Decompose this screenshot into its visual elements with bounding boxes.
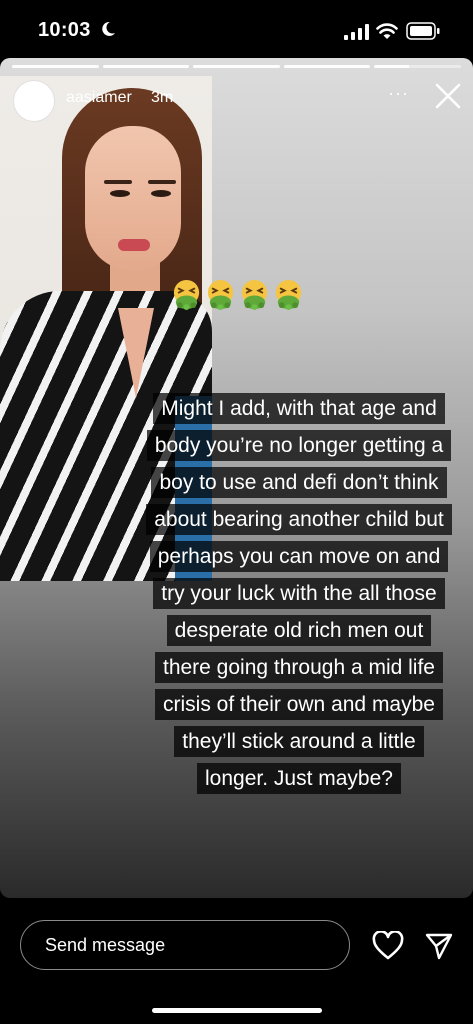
signal-icon — [344, 24, 369, 40]
status-bar: 10:03 — [0, 0, 473, 60]
caption-line-text: boy to use and defi don’t think — [151, 467, 447, 498]
moon-icon — [102, 21, 115, 36]
status-time: 10:03 — [38, 19, 91, 41]
story-progress-segment — [374, 65, 461, 68]
vomiting-face-icon — [241, 279, 268, 311]
more-options-icon[interactable]: ··· — [388, 84, 414, 104]
caption-line-text: try your luck with the all those — [153, 578, 445, 609]
caption-line: body you’re no longer getting a — [138, 427, 460, 464]
caption-line-text: longer. Just maybe? — [197, 763, 401, 794]
story-time-ago: 3m — [151, 89, 174, 106]
close-icon[interactable] — [434, 82, 462, 110]
caption-line-text: perhaps you can move on and — [149, 541, 449, 572]
story-caption: Might I add, with that age and body you’r… — [138, 390, 460, 797]
battery-icon — [406, 22, 440, 40]
caption-line: crisis of their own and maybe — [138, 686, 460, 723]
emoji-sticker — [170, 278, 310, 314]
send-icon[interactable] — [424, 931, 454, 961]
avatar[interactable] — [13, 80, 55, 122]
caption-line: there going through a mid life — [138, 649, 460, 686]
home-indicator — [152, 1008, 322, 1013]
caption-line: Might I add, with that age and — [138, 390, 460, 427]
caption-line: try your luck with the all those — [138, 575, 460, 612]
story-viewer[interactable]: aasiamer 3m ··· Might I add, with that a… — [0, 58, 473, 898]
story-progress-segment — [12, 65, 99, 68]
caption-line-text: desperate old rich men out — [166, 615, 432, 646]
caption-line-text: Might I add, with that age and — [153, 393, 445, 424]
caption-line-text: they’ll stick around a little — [174, 726, 424, 757]
caption-line: boy to use and defi don’t think — [138, 464, 460, 501]
story-progress-bar — [0, 65, 473, 68]
story-header: aasiamer 3m ··· — [0, 80, 473, 124]
caption-line-text: body you’re no longer getting a — [146, 430, 452, 461]
reply-bar — [0, 898, 473, 1024]
caption-line: longer. Just maybe? — [138, 760, 460, 797]
vomiting-face-icon — [173, 279, 200, 311]
heart-icon[interactable] — [372, 931, 404, 961]
story-progress-segment — [102, 65, 190, 68]
caption-line-text: there going through a mid life — [154, 652, 443, 683]
story-progress-segment — [283, 65, 371, 68]
send-message-input[interactable] — [20, 920, 350, 970]
wifi-icon — [376, 23, 398, 39]
caption-line-text: about bearing another child but — [146, 504, 452, 535]
caption-line: about bearing another child but — [138, 501, 460, 538]
story-progress-segment — [193, 65, 280, 68]
story-username[interactable]: aasiamer — [66, 89, 132, 107]
vomiting-face-icon — [207, 279, 234, 311]
caption-line: desperate old rich men out — [138, 612, 460, 649]
caption-line: perhaps you can move on and — [138, 538, 460, 575]
caption-line-text: crisis of their own and maybe — [155, 689, 443, 720]
vomiting-face-icon — [275, 279, 302, 311]
caption-line: they’ll stick around a little — [138, 723, 460, 760]
